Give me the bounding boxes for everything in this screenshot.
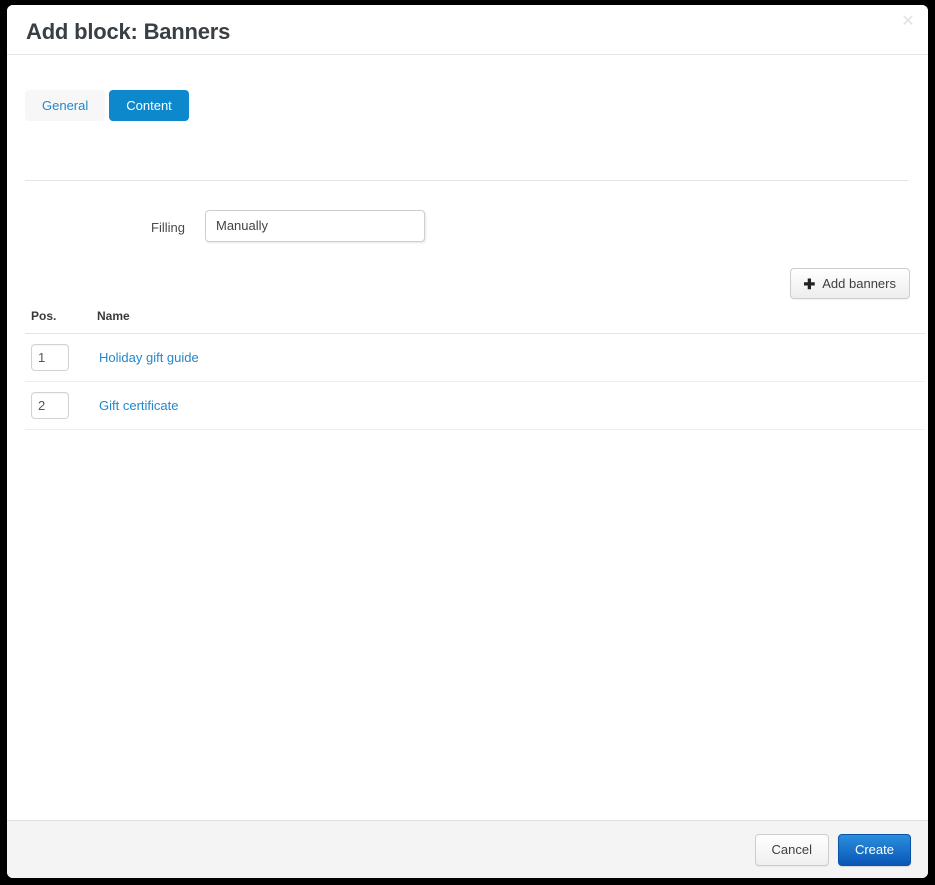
column-header-pos: Pos.	[25, 305, 91, 334]
banner-name-link[interactable]: Gift certificate	[97, 398, 178, 413]
filling-label: Filling	[151, 220, 185, 235]
column-header-name: Name	[91, 305, 925, 334]
cell-pos	[25, 333, 91, 382]
tab-bar: General Content	[25, 90, 189, 121]
filling-select-wrap: Manually	[205, 210, 425, 242]
table-row: Holiday gift guide	[25, 333, 925, 382]
banners-table-body: Holiday gift guide Gift certificate	[25, 333, 925, 430]
page-title: Add block: Banners	[26, 19, 231, 44]
position-input[interactable]	[31, 344, 69, 371]
tab-general[interactable]: General	[25, 90, 106, 121]
cell-pos	[25, 381, 91, 430]
cancel-button[interactable]: Cancel	[754, 833, 829, 866]
cell-name: Gift certificate	[91, 381, 925, 430]
table-row: Gift certificate	[25, 381, 925, 430]
plus-icon: ✚	[803, 275, 816, 292]
dialog-body: General Content Filling Manually ✚ Add b…	[7, 55, 928, 820]
close-icon[interactable]: ✕	[899, 13, 917, 31]
banners-table: Pos. Name Holiday gift guide	[25, 305, 925, 430]
create-button[interactable]: Create	[837, 833, 911, 866]
dialog-header: Add block: Banners ✕	[7, 5, 928, 55]
tabs-divider	[25, 180, 908, 181]
banners-table-head: Pos. Name	[25, 305, 925, 334]
position-input[interactable]	[31, 392, 69, 419]
table-header-row: Pos. Name	[25, 305, 925, 334]
tab-content[interactable]: Content	[109, 90, 189, 121]
banner-name-link[interactable]: Holiday gift guide	[97, 350, 199, 365]
dialog-footer: Cancel Create	[7, 820, 928, 878]
cell-name: Holiday gift guide	[91, 333, 925, 382]
add-banners-button[interactable]: ✚ Add banners	[789, 268, 910, 299]
add-banners-label: Add banners	[822, 276, 896, 291]
filling-select[interactable]: Manually	[205, 210, 425, 242]
filling-field-row: Filling Manually	[7, 210, 928, 246]
add-block-dialog: Add block: Banners ✕ General Content Fil…	[7, 5, 928, 878]
